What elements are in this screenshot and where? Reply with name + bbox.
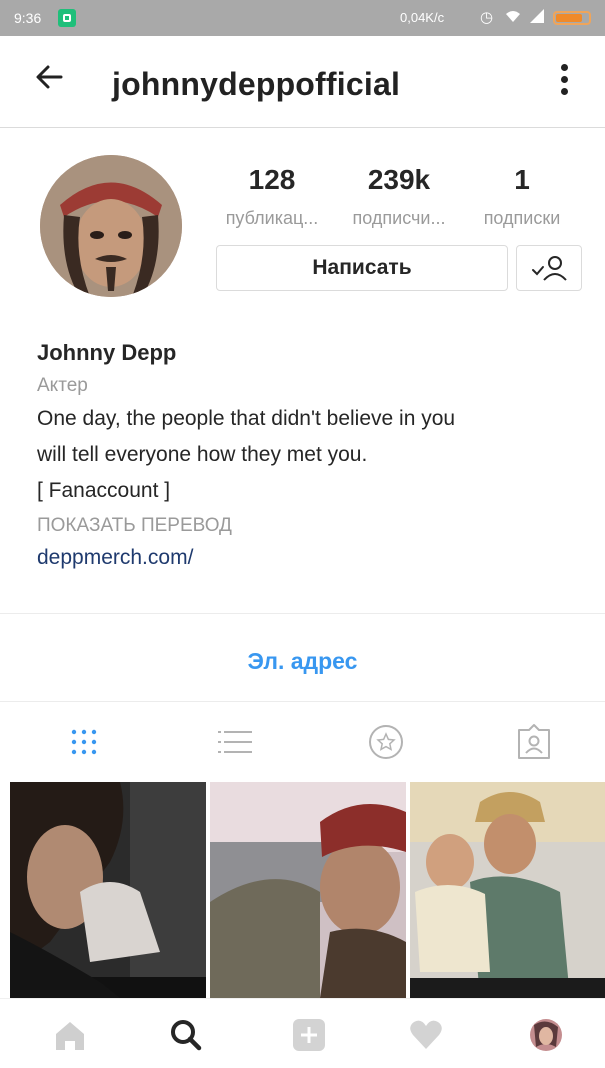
nav-home[interactable]: [50, 1017, 90, 1053]
star-circle-icon: [369, 725, 403, 759]
status-bar: 9:36 0,04K/c ◷: [0, 0, 605, 36]
network-speed: 0,04K/c: [400, 10, 445, 25]
search-icon: [171, 1020, 202, 1051]
show-translation-link[interactable]: ПОКАЗАТЬ ПЕРЕВОД: [37, 515, 587, 537]
heart-icon: [410, 1020, 442, 1049]
bio-website-link[interactable]: deppmerch.com/: [37, 546, 587, 570]
tab-saved[interactable]: [366, 722, 406, 762]
back-button[interactable]: [34, 62, 64, 98]
home-icon: [56, 1022, 84, 1050]
profile-bio: Johnny Depp Актер One day, the people th…: [37, 340, 587, 570]
battery-icon: [553, 11, 591, 25]
profile-avatar-icon: [530, 1019, 562, 1051]
nav-search[interactable]: [166, 1017, 206, 1053]
stat-posts-label: публикац...: [225, 208, 319, 228]
stat-posts-count: 128: [248, 164, 296, 195]
divider: [0, 701, 605, 702]
signal-icon: [528, 8, 546, 28]
stat-posts[interactable]: 128 публикац...: [212, 164, 332, 229]
user-check-icon: [532, 256, 567, 281]
tab-grid[interactable]: [66, 722, 106, 762]
message-button[interactable]: Написать: [216, 245, 508, 291]
status-time: 9:36: [14, 10, 42, 26]
alarm-icon: ◷: [480, 9, 494, 26]
bio-line: One day, the people that didn't believe …: [37, 407, 456, 430]
bio-line: will tell everyone how they met you.: [37, 443, 368, 466]
more-options-button[interactable]: [554, 60, 574, 104]
list-icon: [218, 731, 252, 753]
nav-activity[interactable]: [406, 1017, 446, 1053]
bio-line: [ Fanaccount ]: [37, 479, 171, 502]
stat-following-label: подписки: [483, 208, 561, 228]
bottom-navigation: [0, 998, 605, 1068]
wifi-icon: [504, 8, 522, 28]
tab-list[interactable]: [216, 722, 256, 762]
photo-thumbnail: [210, 782, 406, 998]
photo-thumbnail: [10, 782, 206, 998]
grid-photo[interactable]: [10, 782, 206, 998]
tagged-user-icon: [518, 724, 550, 759]
profile-username: johnnydeppofficial: [112, 66, 401, 102]
profile-category: Актер: [37, 375, 88, 396]
stat-followers-count: 239k: [367, 164, 431, 195]
stat-followers-label: подписчи...: [352, 208, 446, 228]
tab-tagged[interactable]: [514, 722, 554, 762]
stat-followers[interactable]: 239k подписчи...: [336, 164, 462, 229]
grid-photo[interactable]: [410, 782, 605, 998]
stat-following-count: 1: [514, 164, 530, 195]
email-button[interactable]: Эл. адрес: [0, 648, 605, 675]
profile-full-name: Johnny Depp: [37, 340, 177, 365]
profile-avatar[interactable]: [40, 155, 182, 297]
arrow-left-icon: [36, 65, 63, 89]
notification-icon: [58, 9, 76, 27]
divider: [0, 613, 605, 614]
nav-profile[interactable]: [526, 1017, 566, 1053]
top-app-bar: johnnydeppofficial: [0, 36, 605, 128]
more-vertical-icon: [560, 64, 568, 71]
nav-add[interactable]: [288, 1017, 328, 1053]
bio-text: One day, the people that didn't believe …: [37, 401, 587, 509]
grid-icon: [71, 729, 97, 755]
avatar-image: [40, 155, 182, 297]
photo-thumbnail: [410, 782, 605, 998]
stat-following[interactable]: 1 подписки: [468, 164, 576, 229]
grid-photo[interactable]: [210, 782, 406, 998]
photo-grid: [0, 782, 605, 998]
following-button[interactable]: [516, 245, 582, 291]
profile-view-tabs: [0, 712, 605, 772]
add-icon: [293, 1019, 325, 1051]
